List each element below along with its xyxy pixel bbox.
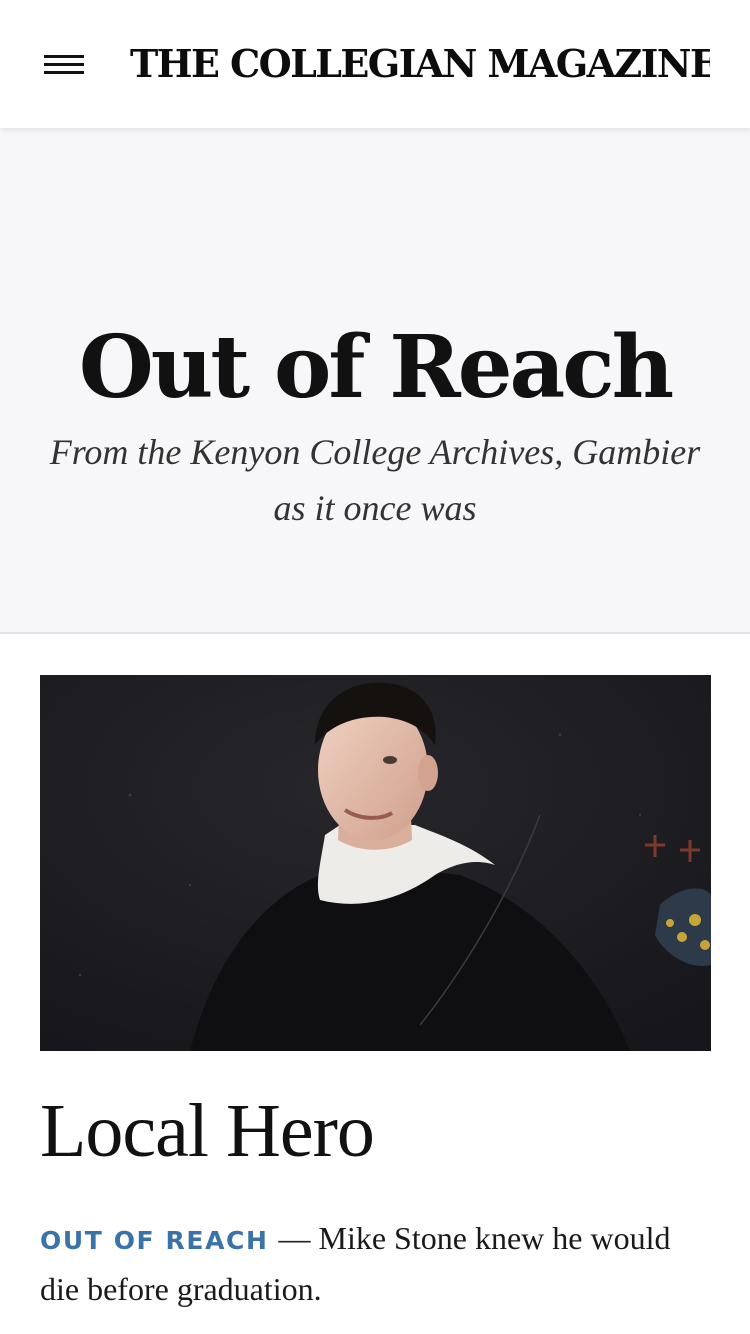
category-separator: — (278, 1220, 311, 1256)
article-photo (40, 675, 711, 1051)
series-subtitle: From the Kenyon College Archives, Gambie… (49, 432, 701, 528)
hamburger-menu-icon[interactable] (36, 44, 92, 84)
article-dek: OUT OF REACH — Mike Stone knew he would di… (40, 1214, 715, 1313)
menu-bar-bottom (44, 71, 84, 74)
menu-bar-top (44, 55, 84, 58)
article-headline-link[interactable]: Local Hero (40, 1088, 710, 1174)
series-title: Out of Reach (78, 317, 674, 418)
menu-bar-middle (44, 63, 84, 66)
site-title-link[interactable]: THE COLLEGIAN MAGAZINE (130, 38, 710, 90)
article-image[interactable] (40, 675, 711, 1051)
site-header: THE COLLEGIAN MAGAZINE (0, 0, 750, 128)
category-link[interactable]: OUT OF REACH (40, 1226, 269, 1255)
series-banner: Out of Reach From the Kenyon College Arc… (0, 128, 750, 634)
